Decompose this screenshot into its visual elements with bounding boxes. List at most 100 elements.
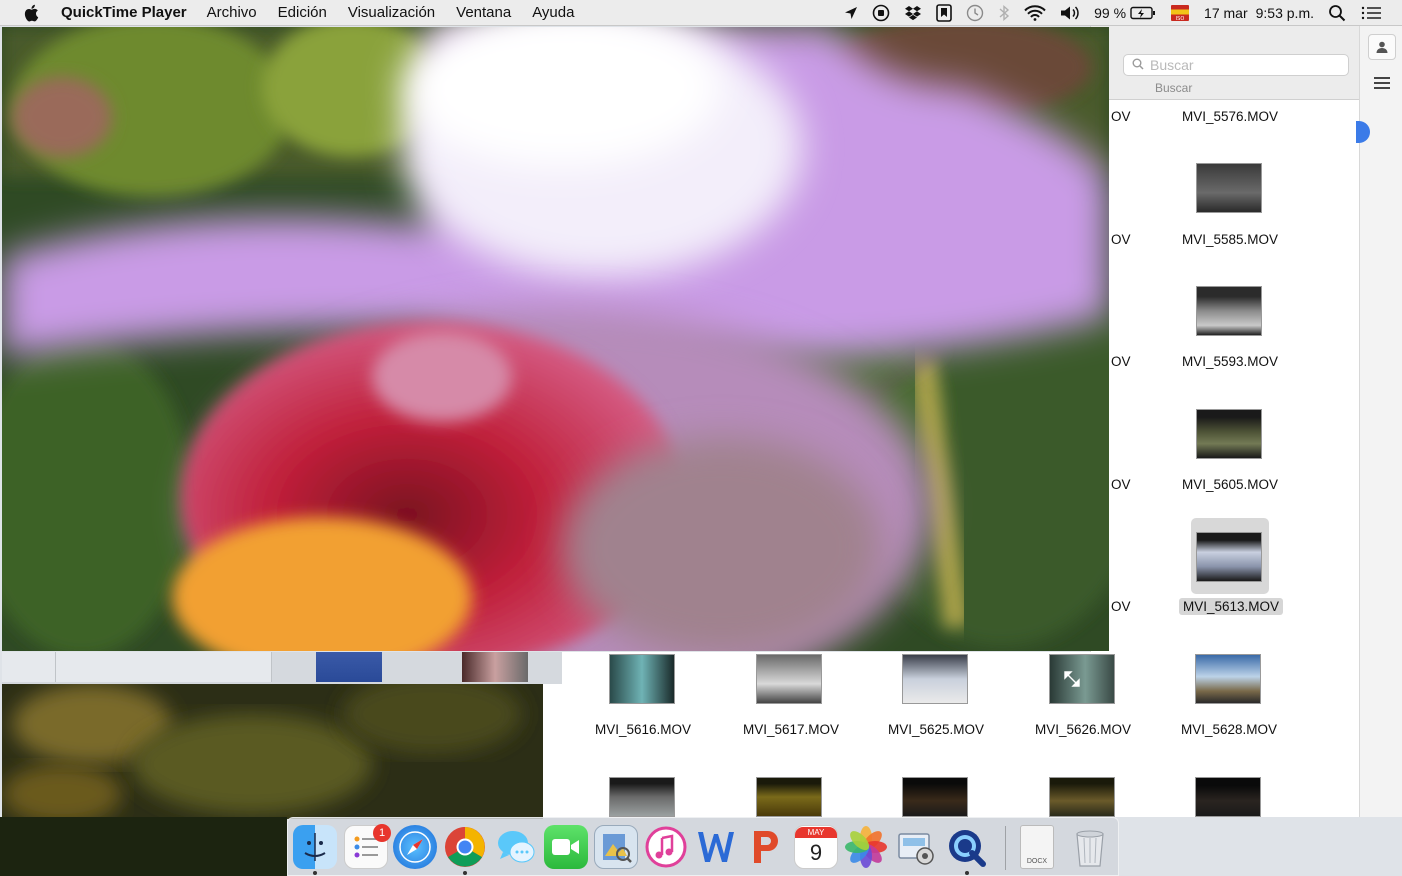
menu-ayuda[interactable]: Ayuda — [532, 4, 574, 21]
bookmark-app-icon[interactable] — [936, 4, 952, 22]
search-icon — [1132, 57, 1144, 73]
list-view-icon[interactable] — [1364, 70, 1400, 96]
chrome-dock-icon[interactable] — [443, 825, 487, 869]
battery-charging-icon[interactable] — [1130, 6, 1156, 20]
safari-dock-icon[interactable] — [393, 825, 437, 869]
quicktime-video-frame[interactable] — [2, 27, 1109, 651]
file-name[interactable]: MVI_5576.MOV — [1182, 109, 1278, 124]
document-type-label: DOCX — [1026, 858, 1048, 865]
svg-text:ISO: ISO — [1176, 16, 1185, 22]
file-name[interactable]: MVI_5628.MOV — [1181, 722, 1277, 737]
itunes-dock-icon[interactable] — [644, 825, 688, 869]
powerpoint-dock-icon[interactable] — [744, 825, 788, 869]
video-thumbnail[interactable] — [756, 777, 822, 817]
finder-side-panel — [1356, 26, 1402, 817]
finder-dock-icon[interactable] — [293, 825, 337, 869]
time-machine-icon[interactable] — [966, 4, 984, 22]
video-content — [2, 27, 1109, 651]
messages-dock-icon[interactable] — [494, 825, 538, 869]
video-thumbnail[interactable] — [609, 654, 675, 704]
video-thumbnail[interactable] — [1195, 777, 1261, 817]
video-thumbnail[interactable] — [316, 652, 382, 682]
video-thumbnail-selected[interactable] — [1196, 532, 1262, 582]
resize-cursor-icon — [1064, 671, 1080, 687]
calendar-day: 9 — [809, 839, 823, 865]
trash-dock-icon[interactable] — [1068, 825, 1112, 869]
spotlight-search-icon[interactable] — [1328, 4, 1346, 22]
quicktime-dock-icon[interactable] — [944, 825, 988, 869]
video-thumbnail[interactable] — [1049, 654, 1115, 704]
running-indicator — [313, 871, 317, 875]
word-dock-icon[interactable] — [694, 825, 738, 869]
input-language-flag-icon[interactable]: ISO — [1170, 4, 1190, 22]
strip-segment — [56, 652, 272, 682]
video-thumbnail[interactable] — [1049, 777, 1115, 817]
photos-dock-icon[interactable] — [844, 825, 888, 869]
search-placeholder: Buscar — [1150, 57, 1194, 73]
side-indicator — [1356, 121, 1370, 143]
time-label[interactable]: 9:53 p.m. — [1256, 5, 1314, 21]
notification-center-icon[interactable] — [1360, 5, 1382, 21]
video-thumbnail[interactable] — [1196, 286, 1262, 336]
notification-badge: 1 — [373, 824, 391, 842]
search-input[interactable]: Buscar — [1123, 54, 1349, 76]
preview-dock-icon[interactable] — [594, 825, 638, 869]
user-account-button[interactable] — [1368, 34, 1396, 60]
partial-file-label: OV — [1111, 232, 1131, 247]
battery-percent[interactable]: 99 % — [1094, 5, 1126, 21]
video-thumbnail[interactable] — [1196, 163, 1262, 213]
dropbox-icon[interactable] — [904, 5, 922, 21]
volume-icon[interactable] — [1060, 5, 1080, 21]
file-name[interactable]: MVI_5616.MOV — [595, 722, 691, 737]
running-indicator — [463, 871, 467, 875]
menu-edicion[interactable]: Edición — [278, 4, 327, 21]
bluetooth-icon[interactable] — [998, 4, 1010, 22]
file-name[interactable]: MVI_5585.MOV — [1182, 232, 1278, 247]
dock-separator — [1005, 826, 1006, 870]
finder-toolbar: Buscar Buscar — [1091, 26, 1359, 100]
file-name[interactable]: MVI_5617.MOV — [743, 722, 839, 737]
person-icon — [1376, 41, 1388, 53]
calendar-dock-icon[interactable]: MAY 9 — [794, 825, 838, 869]
wifi-icon[interactable] — [1024, 5, 1046, 21]
calendar-month: MAY — [795, 826, 837, 838]
thumbnail-strip — [2, 652, 562, 684]
file-name-selected[interactable]: MVI_5613.MOV — [1179, 598, 1284, 615]
video-thumbnail[interactable] — [1195, 654, 1261, 704]
video-thumbnail[interactable] — [1196, 409, 1262, 459]
partial-file-label: OV — [1111, 354, 1131, 369]
desktop-strip — [1119, 817, 1402, 876]
app-name-menu[interactable]: QuickTime Player — [61, 4, 187, 21]
video-thumbnail[interactable] — [756, 654, 822, 704]
status-area: 99 % ISO 17 mar 9:53 p.m. — [830, 0, 1402, 26]
menu-archivo[interactable]: Archivo — [207, 4, 257, 21]
file-name[interactable]: MVI_5626.MOV — [1035, 722, 1131, 737]
apple-menu-icon[interactable] — [23, 4, 45, 22]
partial-file-label: OV — [1111, 477, 1131, 492]
record-icon[interactable] — [872, 4, 890, 22]
dock: 1 MAY 9 DOCX — [287, 817, 1119, 876]
date-label[interactable]: 17 mar — [1204, 5, 1248, 21]
screenshot-dock-icon[interactable] — [894, 825, 938, 869]
video-content — [2, 684, 543, 819]
location-arrow-icon[interactable] — [844, 6, 858, 20]
partial-file-label: OV — [1111, 599, 1131, 614]
reminders-dock-icon[interactable]: 1 — [344, 824, 391, 869]
running-indicator — [965, 871, 969, 875]
document-dock-icon[interactable]: DOCX — [1020, 825, 1054, 869]
video-thumbnail[interactable] — [902, 777, 968, 817]
menu-visualizacion[interactable]: Visualización — [348, 4, 435, 21]
video-thumbnail[interactable] — [462, 652, 528, 682]
file-name[interactable]: MVI_5593.MOV — [1182, 354, 1278, 369]
second-video-frame[interactable] — [2, 684, 543, 819]
facetime-dock-icon[interactable] — [544, 825, 588, 869]
strip-segment — [2, 652, 56, 682]
video-thumbnail[interactable] — [902, 654, 968, 704]
file-name[interactable]: MVI_5605.MOV — [1182, 477, 1278, 492]
file-name[interactable]: MVI_5625.MOV — [888, 722, 984, 737]
partial-file-label: OV — [1111, 109, 1131, 124]
video-thumbnail[interactable] — [609, 777, 675, 817]
menu-bar: QuickTime Player Archivo Edición Visuali… — [0, 0, 1402, 26]
search-label: Buscar — [1155, 81, 1193, 95]
menu-ventana[interactable]: Ventana — [456, 4, 511, 21]
